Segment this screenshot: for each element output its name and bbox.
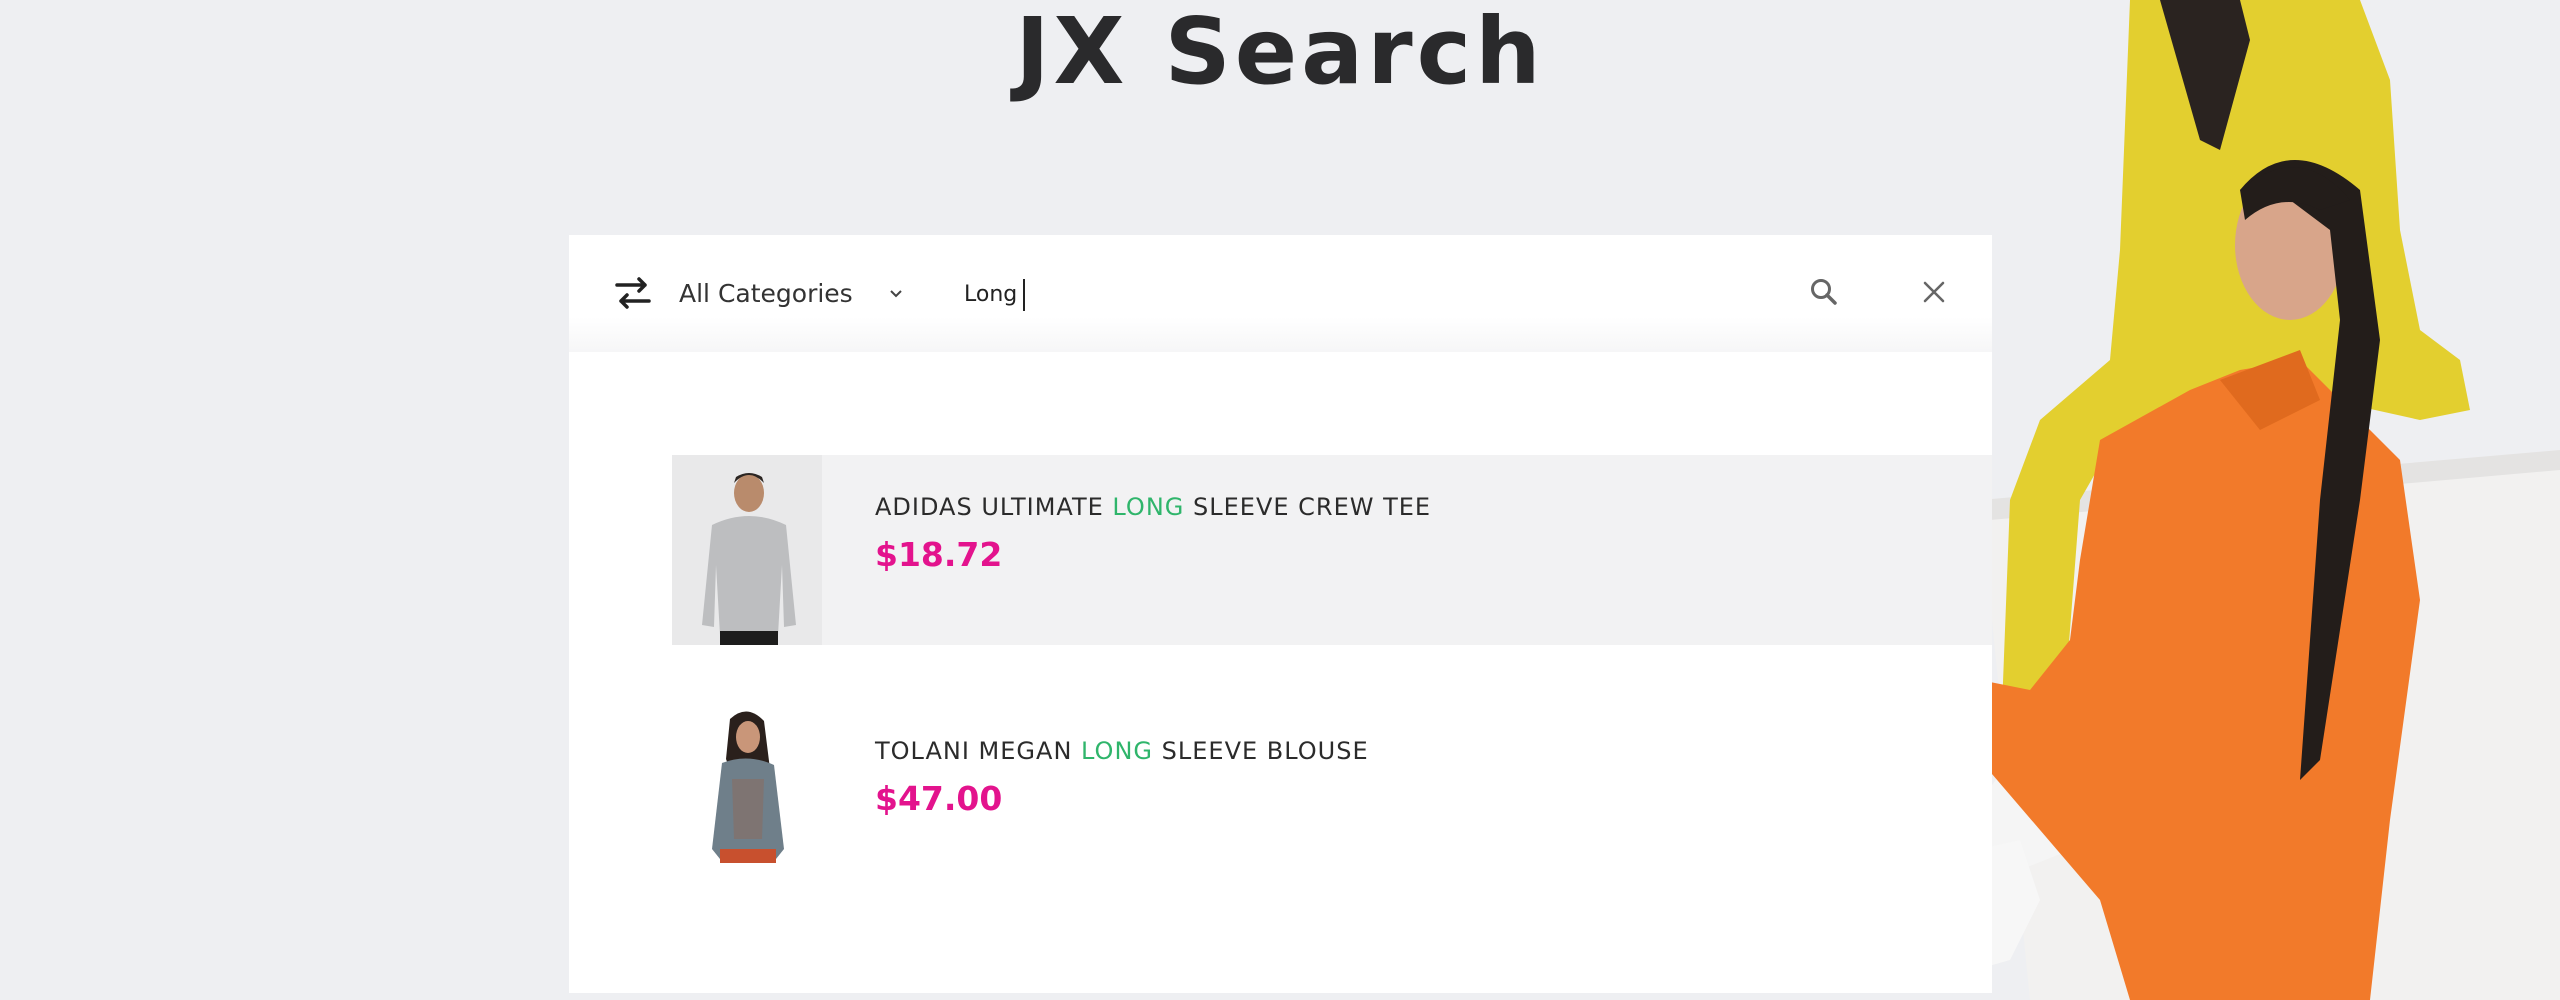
product-name[interactable]: ADIDAS ULTIMATE LONG SLEEVE CREW TEE bbox=[875, 493, 1431, 521]
search-panel: All Categories Long ADIDAS ULTIMATE LONG… bbox=[569, 235, 1992, 993]
search-result-item[interactable]: ADIDAS ULTIMATE LONG SLEEVE CREW TEE $18… bbox=[672, 455, 1992, 645]
search-icon[interactable] bbox=[1807, 275, 1841, 309]
product-thumbnail[interactable] bbox=[672, 699, 822, 889]
close-icon[interactable] bbox=[1917, 275, 1951, 309]
search-bar: All Categories bbox=[569, 235, 1992, 352]
product-thumbnail[interactable] bbox=[672, 455, 822, 645]
product-price: $18.72 bbox=[875, 535, 1003, 574]
search-input[interactable] bbox=[964, 269, 1744, 319]
text-cursor bbox=[1023, 279, 1025, 311]
product-price: $47.00 bbox=[875, 779, 1003, 818]
category-select[interactable]: All Categories bbox=[679, 271, 905, 315]
swap-arrows-icon[interactable] bbox=[613, 273, 653, 313]
product-name[interactable]: TOLANI MEGAN LONG SLEEVE BLOUSE bbox=[875, 737, 1369, 765]
category-label: All Categories bbox=[679, 278, 853, 308]
search-result-item[interactable]: TOLANI MEGAN LONG SLEEVE BLOUSE $47.00 bbox=[672, 699, 1992, 889]
chevron-down-icon bbox=[887, 284, 905, 302]
